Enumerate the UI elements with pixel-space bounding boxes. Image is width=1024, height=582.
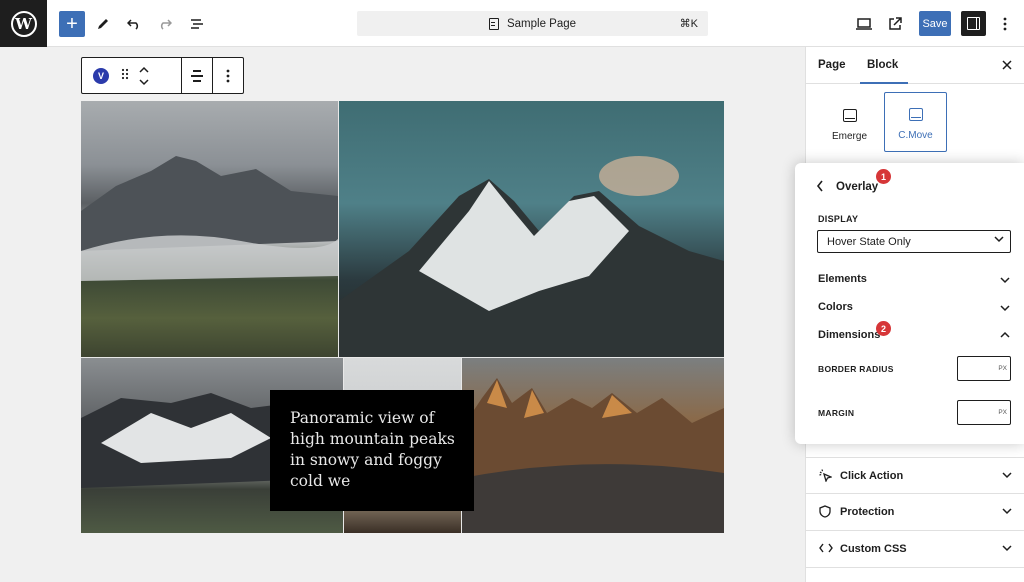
display-label: DISPLAY — [818, 214, 859, 224]
margin-label: MARGIN — [818, 408, 855, 418]
tab-block[interactable]: Block — [867, 59, 898, 71]
document-title: Sample Page — [506, 17, 577, 30]
block-toolbar-group: V — [82, 58, 183, 93]
cmove-style-icon — [908, 108, 923, 121]
command-shortcut: ⌘K — [679, 18, 698, 30]
gallery-image-foggy-peaks[interactable] — [81, 101, 338, 357]
margin-input[interactable]: PX — [957, 400, 1011, 425]
display-select[interactable]: Hover State Only — [817, 230, 1011, 253]
options-menu-icon[interactable] — [992, 11, 1018, 37]
style-card-emerge[interactable]: Emerge — [818, 92, 881, 152]
pencil-icon[interactable] — [90, 11, 116, 37]
image-gallery[interactable]: Panoramic view of high mountain peaks in… — [81, 101, 724, 533]
block-options-icon[interactable] — [213, 58, 243, 93]
panel-protection[interactable]: Protection — [806, 493, 1024, 530]
step-badge-2: 2 — [876, 321, 891, 336]
tab-page[interactable]: Page — [818, 59, 846, 71]
panel-custom-css[interactable]: Custom CSS — [806, 530, 1024, 567]
gallery-image-snowy-summit[interactable] — [339, 101, 724, 357]
step-badge-1: 1 — [876, 169, 891, 184]
document-overview-icon[interactable] — [184, 11, 210, 37]
gallery-caption-overlay: Panoramic view of high mountain peaks in… — [270, 390, 474, 511]
save-button[interactable]: Save — [919, 11, 951, 36]
panel-click-action[interactable]: Click Action — [806, 457, 1024, 494]
emerge-style-icon — [842, 109, 857, 122]
device-preview-icon[interactable] — [851, 11, 877, 37]
border-radius-input[interactable]: PX — [957, 356, 1011, 381]
page-icon — [488, 17, 499, 30]
overlay-title: Overlay — [836, 181, 879, 193]
panel-label: Click Action — [840, 470, 904, 482]
row-dimensions[interactable]: Dimensions — [818, 329, 880, 341]
gallery-caption: Panoramic view of high mountain peaks in… — [290, 409, 455, 490]
chevron-up-icon[interactable] — [1000, 329, 1010, 341]
undo-icon[interactable] — [121, 11, 147, 37]
unit-label: PX — [998, 409, 1007, 416]
move-up-icon[interactable] — [139, 66, 149, 74]
panel-label: Protection — [840, 506, 895, 518]
align-icon[interactable] — [182, 58, 213, 93]
settings-toggle-button[interactable] — [961, 11, 986, 36]
style-card-cmove[interactable]: C.Move — [884, 92, 947, 152]
close-icon[interactable] — [1002, 57, 1012, 73]
redo-icon[interactable] — [152, 11, 178, 37]
move-down-icon[interactable] — [139, 78, 149, 86]
block-type-icon[interactable]: V — [93, 67, 109, 84]
style-card-label: C.Move — [898, 130, 933, 141]
display-select-value: Hover State Only — [827, 235, 911, 248]
chevron-down-icon — [1002, 506, 1012, 518]
chevron-down-icon — [1002, 470, 1012, 482]
style-card-label: Emerge — [831, 131, 867, 142]
drag-handle-icon[interactable] — [121, 68, 129, 83]
add-block-button[interactable]: + — [59, 11, 85, 37]
gallery-image-golden-towers[interactable] — [462, 358, 724, 533]
unit-label: PX — [998, 365, 1007, 372]
sidebar-tabs: Page Block — [806, 47, 1024, 84]
chevron-down-icon[interactable] — [1000, 303, 1010, 315]
chevron-down-icon — [1002, 543, 1012, 555]
shield-icon — [819, 505, 831, 521]
code-icon — [819, 542, 833, 556]
editor-top-bar: W + Sample Page ⌘K Save — [0, 0, 1024, 47]
active-tab-indicator — [860, 82, 908, 84]
back-chevron-icon[interactable] — [816, 179, 824, 195]
row-elements[interactable]: Elements — [818, 273, 867, 285]
overlay-settings-panel: Overlay 1 DISPLAY Hover State Only Eleme… — [795, 163, 1024, 444]
block-movers — [139, 66, 149, 86]
block-toolbar: V — [81, 57, 244, 94]
wordpress-logo[interactable]: W — [0, 0, 47, 47]
row-colors[interactable]: Colors — [818, 301, 853, 313]
sidebar-icon — [967, 17, 980, 30]
panel-next[interactable] — [806, 567, 1024, 582]
pointer-click-icon — [819, 469, 833, 485]
document-title-bar[interactable]: Sample Page ⌘K — [357, 11, 708, 36]
view-page-icon[interactable] — [882, 11, 908, 37]
wordpress-icon: W — [10, 10, 37, 37]
border-radius-label: BORDER RADIUS — [818, 364, 894, 374]
chevron-down-icon[interactable] — [1000, 275, 1010, 287]
chevron-down-icon — [994, 234, 1004, 246]
panel-label: Custom CSS — [840, 543, 907, 555]
